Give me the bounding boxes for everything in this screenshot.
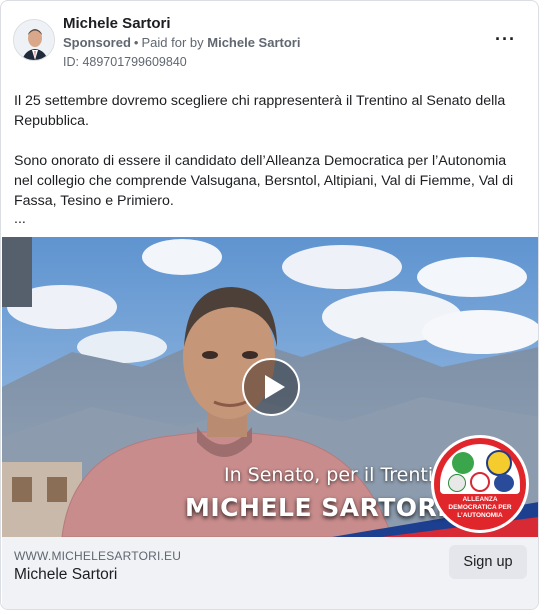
post-paragraph-2: Sono onorato di essere il candidato dell… (14, 153, 514, 209)
sponsored-post-card: Michele Sartori Sponsored • Paid for by Mi… (0, 0, 539, 610)
video-player[interactable]: In Senato, per il Trentino MICHELE SARTO… (2, 237, 538, 537)
video-overlay-name: MICHELE SARTORI (185, 493, 448, 522)
logo-symbols-area (440, 444, 520, 494)
sponsored-meta: Sponsored • Paid for by Michele Sartori (63, 35, 300, 50)
sign-up-button[interactable]: Sign up (449, 545, 527, 579)
profile-photo (14, 20, 54, 60)
page-name-link[interactable]: Michele Sartori (63, 15, 171, 32)
link-domain: WWW.MICHELESARTORI.EU (14, 549, 182, 563)
logo-pd-badge (470, 472, 490, 492)
link-headline[interactable]: Michele Sartori (14, 566, 117, 584)
logo-blue-badge (494, 474, 514, 492)
page-avatar[interactable] (13, 19, 55, 61)
link-preview-footer[interactable]: WWW.MICHELESARTORI.EU Michele Sartori Si… (2, 537, 538, 609)
post-text: Il 25 settembre dovremo scegliere chi ra… (14, 91, 514, 231)
video-overlay-subtitle: In Senato, per il Trentino (224, 464, 457, 486)
party-logo: ALLEANZA DEMOCRATICA PER L’AUTONOMIA (431, 435, 529, 533)
logo-green-badge (452, 452, 474, 474)
play-icon[interactable] (242, 358, 300, 416)
logo-small-badge (448, 474, 466, 492)
more-options-icon[interactable]: ··· (495, 29, 516, 50)
sponsored-label: Sponsored (63, 35, 131, 50)
logo-yellow-badge (486, 450, 512, 476)
post-paragraph-1: Il 25 settembre dovremo scegliere chi ra… (14, 93, 506, 129)
ad-id: ID: 489701799609840 (63, 55, 187, 69)
paid-for-prefix: Paid for by (141, 35, 204, 50)
see-more-ellipsis[interactable]: ... (14, 209, 26, 229)
separator-dot: • (133, 35, 139, 50)
logo-text: ALLEANZA DEMOCRATICA PER L’AUTONOMIA (448, 496, 512, 519)
paid-for-by-name[interactable]: Michele Sartori (207, 35, 300, 50)
